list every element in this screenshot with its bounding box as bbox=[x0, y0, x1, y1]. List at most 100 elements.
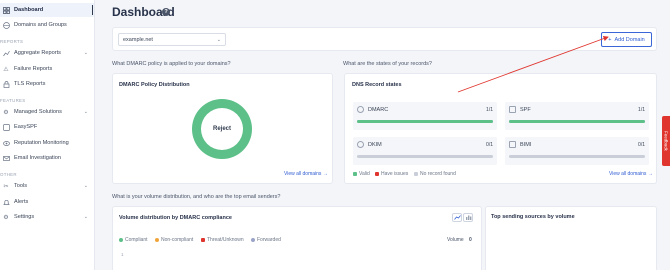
policy-card-title: DMARC Policy Distribution bbox=[119, 82, 190, 88]
sidebar-item-dashboard[interactable]: Dashboard bbox=[0, 3, 94, 17]
record-bar-fill bbox=[357, 120, 493, 123]
legend-label: Forwarded bbox=[257, 237, 281, 243]
dashboard-icon bbox=[2, 6, 10, 14]
legend-swatch bbox=[155, 238, 159, 242]
spf-icon bbox=[2, 123, 10, 131]
record-bar bbox=[509, 120, 645, 123]
donut-center-label: Reject bbox=[201, 108, 243, 150]
record-bar bbox=[357, 120, 493, 123]
section-other: OTHER bbox=[0, 172, 17, 177]
legend-compliant: Compliant bbox=[119, 237, 148, 243]
legend-swatch bbox=[375, 172, 379, 176]
legend-forwarded: Forwarded bbox=[251, 237, 281, 243]
legend-have-issues: Have issues bbox=[375, 171, 408, 177]
legend-swatch bbox=[201, 238, 205, 242]
policy-question: What DMARC policy is applied to your dom… bbox=[112, 61, 231, 67]
record-bar-fill bbox=[509, 120, 645, 123]
sidebar: Dashboard Domains and Groups REPORTS Agg… bbox=[0, 0, 95, 270]
view-all-domains-link[interactable]: View all domains → bbox=[609, 171, 653, 177]
settings-icon: ⚙ bbox=[3, 214, 9, 221]
sidebar-item-alerts[interactable]: Alerts bbox=[0, 195, 94, 209]
sidebar-item-reputation-monitoring[interactable]: Reputation Monitoring bbox=[0, 136, 94, 150]
sidebar-item-label: Email Investigation bbox=[14, 155, 61, 161]
legend-swatch bbox=[251, 238, 255, 242]
y-axis-tick: 1 bbox=[121, 252, 124, 257]
document-icon bbox=[509, 106, 516, 113]
add-domain-button[interactable]: + Add Domain bbox=[601, 32, 652, 47]
sidebar-item-label: Tools bbox=[14, 183, 28, 189]
bar-chart-icon[interactable] bbox=[463, 213, 473, 222]
record-count: 1/1 bbox=[638, 107, 645, 113]
plus-icon: + bbox=[608, 36, 612, 43]
sidebar-item-tools[interactable]: ✂ Tools ⌄ bbox=[0, 179, 94, 193]
volume-label: Volume bbox=[447, 237, 464, 243]
lock-icon bbox=[2, 80, 10, 88]
sidebar-item-label: Failure Reports bbox=[14, 66, 53, 72]
record-bar bbox=[357, 155, 493, 158]
records-question: What are the states of your records? bbox=[343, 61, 432, 67]
record-dmarc[interactable]: DMARC 1/1 bbox=[353, 102, 497, 130]
sidebar-item-label: Domains and Groups bbox=[14, 22, 67, 28]
mail-icon bbox=[2, 154, 10, 162]
volume-card-title: Volume distribution by DMARC compliance bbox=[119, 215, 232, 221]
feedback-tab[interactable]: Feedback bbox=[662, 116, 670, 166]
legend-no-record: No record found bbox=[414, 171, 456, 177]
sidebar-item-label: TLS Reports bbox=[14, 81, 46, 87]
sidebar-item-settings[interactable]: ⚙ Settings ⌄ bbox=[0, 210, 94, 224]
sidebar-item-failure-reports[interactable]: ⚠ Failure Reports bbox=[0, 62, 94, 76]
record-name: DMARC bbox=[368, 107, 389, 113]
record-count: 1/1 bbox=[486, 107, 493, 113]
records-card-title: DNS Record states bbox=[352, 82, 402, 88]
record-bimi[interactable]: BIMI 0/1 bbox=[505, 137, 649, 165]
eye-icon bbox=[2, 139, 10, 147]
record-name: SPF bbox=[520, 107, 531, 113]
legend-swatch bbox=[353, 172, 357, 176]
record-count: 0/1 bbox=[486, 142, 493, 148]
sidebar-item-label: EasySPF bbox=[14, 124, 38, 130]
gear-icon: ⚙ bbox=[3, 109, 9, 116]
domain-select-value: example.net bbox=[123, 36, 153, 43]
domain-select[interactable]: example.net ⌄ bbox=[118, 33, 226, 46]
help-icon[interactable]: ? bbox=[162, 8, 170, 16]
volume-value: 0 bbox=[469, 237, 472, 243]
add-domain-label: Add Domain bbox=[614, 36, 645, 43]
sidebar-item-label: Settings bbox=[14, 214, 35, 220]
view-all-domains-link[interactable]: View all domains → bbox=[284, 171, 328, 177]
legend-label: Threat/Unknown bbox=[207, 237, 244, 243]
record-name: BIMI bbox=[520, 142, 532, 148]
record-spf[interactable]: SPF 1/1 bbox=[505, 102, 649, 130]
legend-label: Non-compliant bbox=[161, 237, 194, 243]
legend-valid: Valid bbox=[353, 171, 370, 177]
sidebar-item-managed-solutions[interactable]: ⚙ Managed Solutions ⌄ bbox=[0, 105, 94, 119]
line-chart-icon[interactable] bbox=[452, 213, 462, 222]
chevron-down-icon: ⌄ bbox=[83, 109, 88, 115]
sidebar-item-aggregate-reports[interactable]: Aggregate Reports ⌄ bbox=[0, 46, 94, 60]
senders-card-title: Top sending sources by volume bbox=[491, 214, 575, 220]
chevron-down-icon: ⌄ bbox=[216, 36, 221, 43]
key-icon bbox=[357, 141, 364, 148]
sidebar-item-easyspf[interactable]: EasySPF bbox=[0, 120, 94, 134]
sidebar-item-label: Reputation Monitoring bbox=[14, 140, 69, 146]
sidebar-item-email-investigation[interactable]: Email Investigation bbox=[0, 151, 94, 165]
sidebar-item-tls-reports[interactable]: TLS Reports bbox=[0, 77, 94, 91]
record-count: 0/1 bbox=[638, 142, 645, 148]
record-dkim[interactable]: DKIM 0/1 bbox=[353, 137, 497, 165]
bell-icon bbox=[2, 198, 10, 206]
volume-question: What is your volume distribution, and wh… bbox=[112, 194, 281, 200]
legend-threat-unknown: Threat/Unknown bbox=[201, 237, 244, 243]
tools-icon: ✂ bbox=[3, 183, 9, 190]
record-bar bbox=[509, 155, 645, 158]
legend-label: No record found bbox=[420, 171, 456, 177]
alert-icon: ⚠ bbox=[3, 66, 9, 73]
sidebar-item-label: Aggregate Reports bbox=[14, 50, 61, 56]
legend-label: Have issues bbox=[381, 171, 409, 177]
section-reports: REPORTS bbox=[0, 39, 24, 44]
chevron-down-icon: ⌄ bbox=[83, 50, 88, 56]
legend-swatch bbox=[414, 172, 418, 176]
sidebar-item-label: Dashboard bbox=[14, 7, 44, 13]
image-icon bbox=[509, 141, 516, 148]
sidebar-item-label: Alerts bbox=[14, 199, 29, 205]
sidebar-item-label: Managed Solutions bbox=[14, 109, 62, 115]
sidebar-item-domains[interactable]: Domains and Groups bbox=[0, 18, 94, 32]
legend-non-compliant: Non-compliant bbox=[155, 237, 193, 243]
